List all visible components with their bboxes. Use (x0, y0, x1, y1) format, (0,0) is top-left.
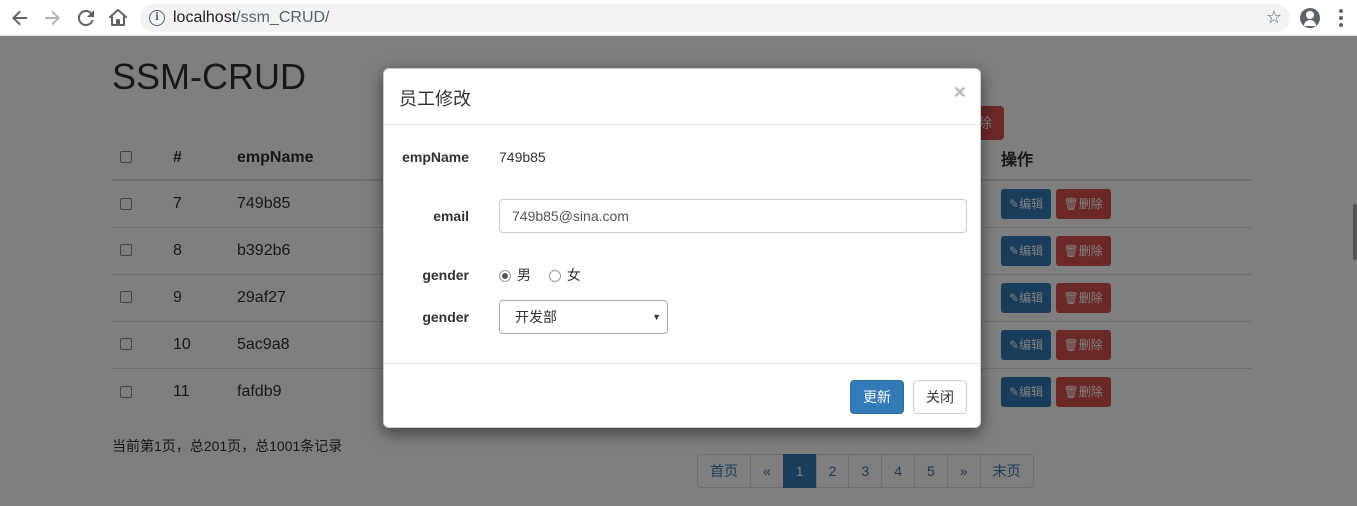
menu-icon[interactable] (1339, 9, 1343, 27)
reload-icon[interactable] (74, 6, 98, 30)
modal-footer: 更新 关闭 (384, 363, 980, 427)
scrollbar-thumb[interactable] (1353, 204, 1357, 260)
url-text: localhost/ssm_CRUD/ (173, 9, 330, 26)
gender-option-female[interactable]: 女 (548, 265, 581, 285)
edit-employee-modal: 员工修改 × empName 749b85 email 749b85@sina.… (383, 68, 981, 428)
forward-icon[interactable] (40, 6, 64, 30)
radio-checked[interactable] (499, 270, 511, 283)
radio-unchecked[interactable] (548, 270, 561, 283)
update-button[interactable]: 更新 (850, 380, 904, 414)
account-icon[interactable] (1300, 8, 1320, 28)
empname-value: 749b85 (499, 149, 546, 165)
gender-radio-group: 男 女 (499, 265, 595, 285)
address-bar[interactable]: i localhost/ssm_CRUD/ ☆ (140, 4, 1290, 32)
modal-title: 员工修改 (399, 89, 471, 109)
close-button[interactable]: 关闭 (913, 380, 967, 414)
department-select[interactable]: 开发部 ▼ (499, 300, 668, 334)
site-info-icon[interactable]: i (149, 10, 165, 26)
home-icon[interactable] (106, 6, 130, 30)
browser-toolbar: i localhost/ssm_CRUD/ ☆ (0, 0, 1357, 36)
back-icon[interactable] (8, 6, 32, 30)
bookmark-star-icon[interactable]: ☆ (1266, 7, 1282, 28)
modal-header: 员工修改 × (384, 69, 980, 125)
chevron-down-icon: ▼ (652, 312, 661, 322)
department-label: gender (422, 309, 469, 325)
gender-label: gender (422, 267, 469, 283)
close-icon[interactable]: × (954, 81, 966, 105)
empname-label: empName (402, 149, 469, 165)
gender-option-male[interactable]: 男 (499, 265, 531, 285)
email-input[interactable]: 749b85@sina.com (499, 199, 967, 233)
email-label: email (433, 208, 469, 224)
